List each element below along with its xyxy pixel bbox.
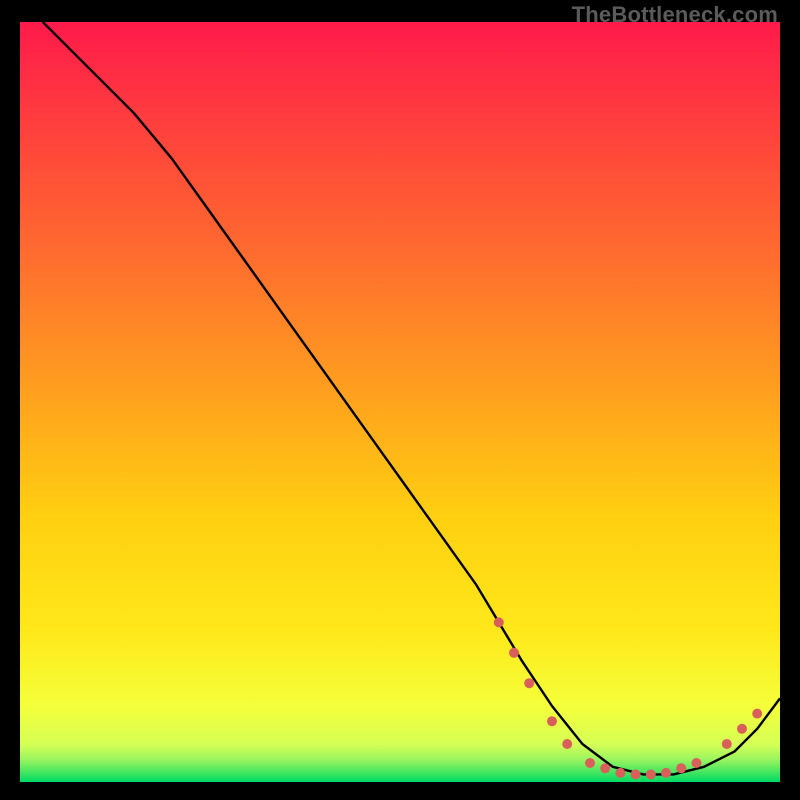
marker-dot (509, 648, 519, 658)
gradient-background (20, 22, 780, 782)
marker-dot (676, 763, 686, 773)
chart-frame (20, 22, 780, 782)
marker-dot (585, 758, 595, 768)
marker-dot (600, 763, 610, 773)
marker-dot (722, 739, 732, 749)
marker-dot (547, 716, 557, 726)
chart-svg (20, 22, 780, 782)
marker-dot (494, 617, 504, 627)
marker-dot (752, 709, 762, 719)
marker-dot (691, 758, 701, 768)
marker-dot (661, 768, 671, 778)
marker-dot (524, 678, 534, 688)
marker-dot (631, 769, 641, 779)
marker-dot (562, 739, 572, 749)
marker-dot (737, 724, 747, 734)
marker-dot (615, 768, 625, 778)
marker-dot (646, 769, 656, 779)
